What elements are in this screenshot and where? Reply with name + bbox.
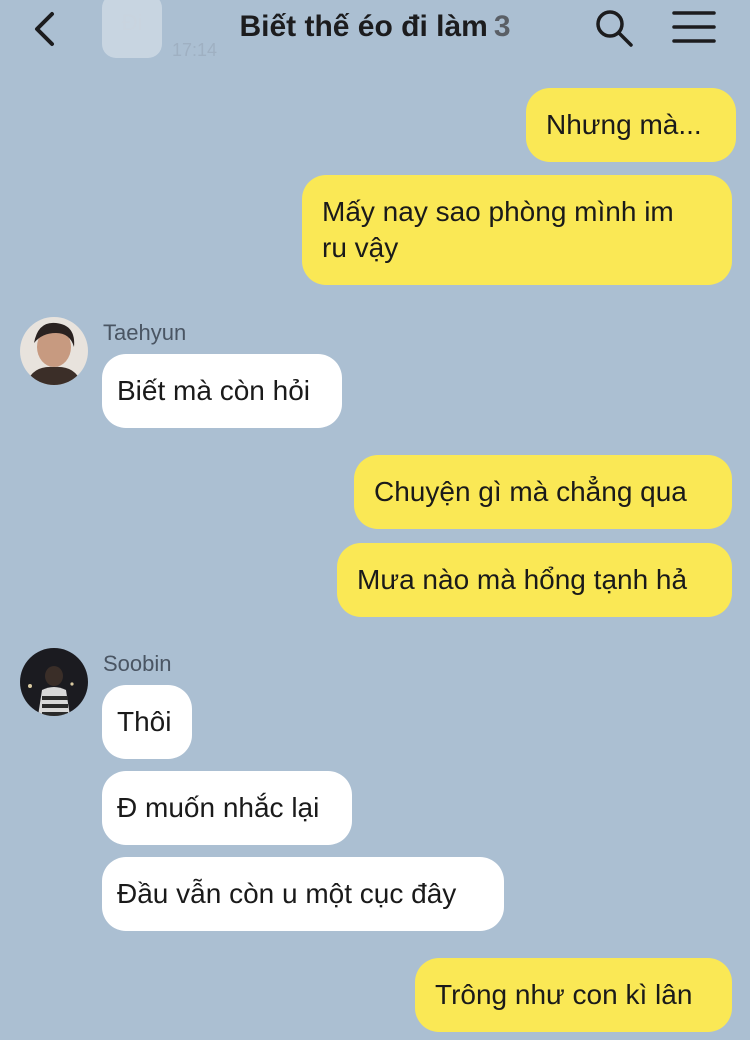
my-message-bubble[interactable]: Mưa nào mà hổng tạnh hả — [337, 543, 732, 617]
sender-name: Soobin — [103, 651, 172, 676]
message-text: Thôi — [117, 706, 172, 737]
my-message-bubble[interactable]: Chuyện gì mà chẳng qua — [354, 455, 732, 529]
message-text: Biết mà còn hỏi — [117, 375, 310, 406]
menu-button[interactable] — [672, 10, 716, 44]
message-text-line: Mấy nay sao phòng mình im — [322, 196, 674, 227]
my-message-bubble[interactable]: Nhưng mà... — [526, 88, 736, 162]
member-count: 3 — [493, 10, 511, 43]
their-message-bubble[interactable]: Thôi — [102, 685, 192, 759]
search-button[interactable] — [594, 8, 634, 48]
message-text: Chuyện gì mà chẳng qua — [374, 476, 687, 507]
chat-title: Biết thế éo đi làm 3 — [0, 10, 750, 44]
message-text: Mưa nào mà hổng tạnh hả — [357, 564, 688, 595]
chat-header: Đi 17:14 Biết thế éo đi làm 3 — [0, 0, 750, 60]
chat-title-text: Biết thế éo đi làm — [239, 10, 488, 43]
menu-icon — [672, 11, 716, 43]
message-text: Đ muốn nhắc lại — [117, 792, 320, 823]
profile-photo-icon — [20, 648, 88, 716]
avatar-taehyun[interactable] — [20, 317, 88, 385]
their-message-bubble[interactable]: Đ muốn nhắc lại — [102, 771, 352, 845]
message-text: Trông như con kì lân — [435, 979, 693, 1010]
my-message-bubble[interactable]: Mấy nay sao phòng mình im ru vậy — [302, 175, 732, 285]
message-text-line: ru vậy — [322, 232, 399, 263]
my-message-bubble[interactable]: Trông như con kì lân — [415, 958, 732, 1032]
their-message-bubble[interactable]: Đầu vẫn còn u một cục đây — [102, 857, 504, 931]
sender-name: Taehyun — [103, 320, 187, 345]
avatar-soobin[interactable] — [20, 648, 88, 716]
message-text: Nhưng mà... — [546, 109, 702, 140]
message-text: Đầu vẫn còn u một cục đây — [117, 878, 457, 909]
their-message-bubble[interactable]: Biết mà còn hỏi — [102, 354, 342, 428]
profile-photo-icon — [20, 317, 88, 385]
search-icon — [596, 10, 633, 47]
